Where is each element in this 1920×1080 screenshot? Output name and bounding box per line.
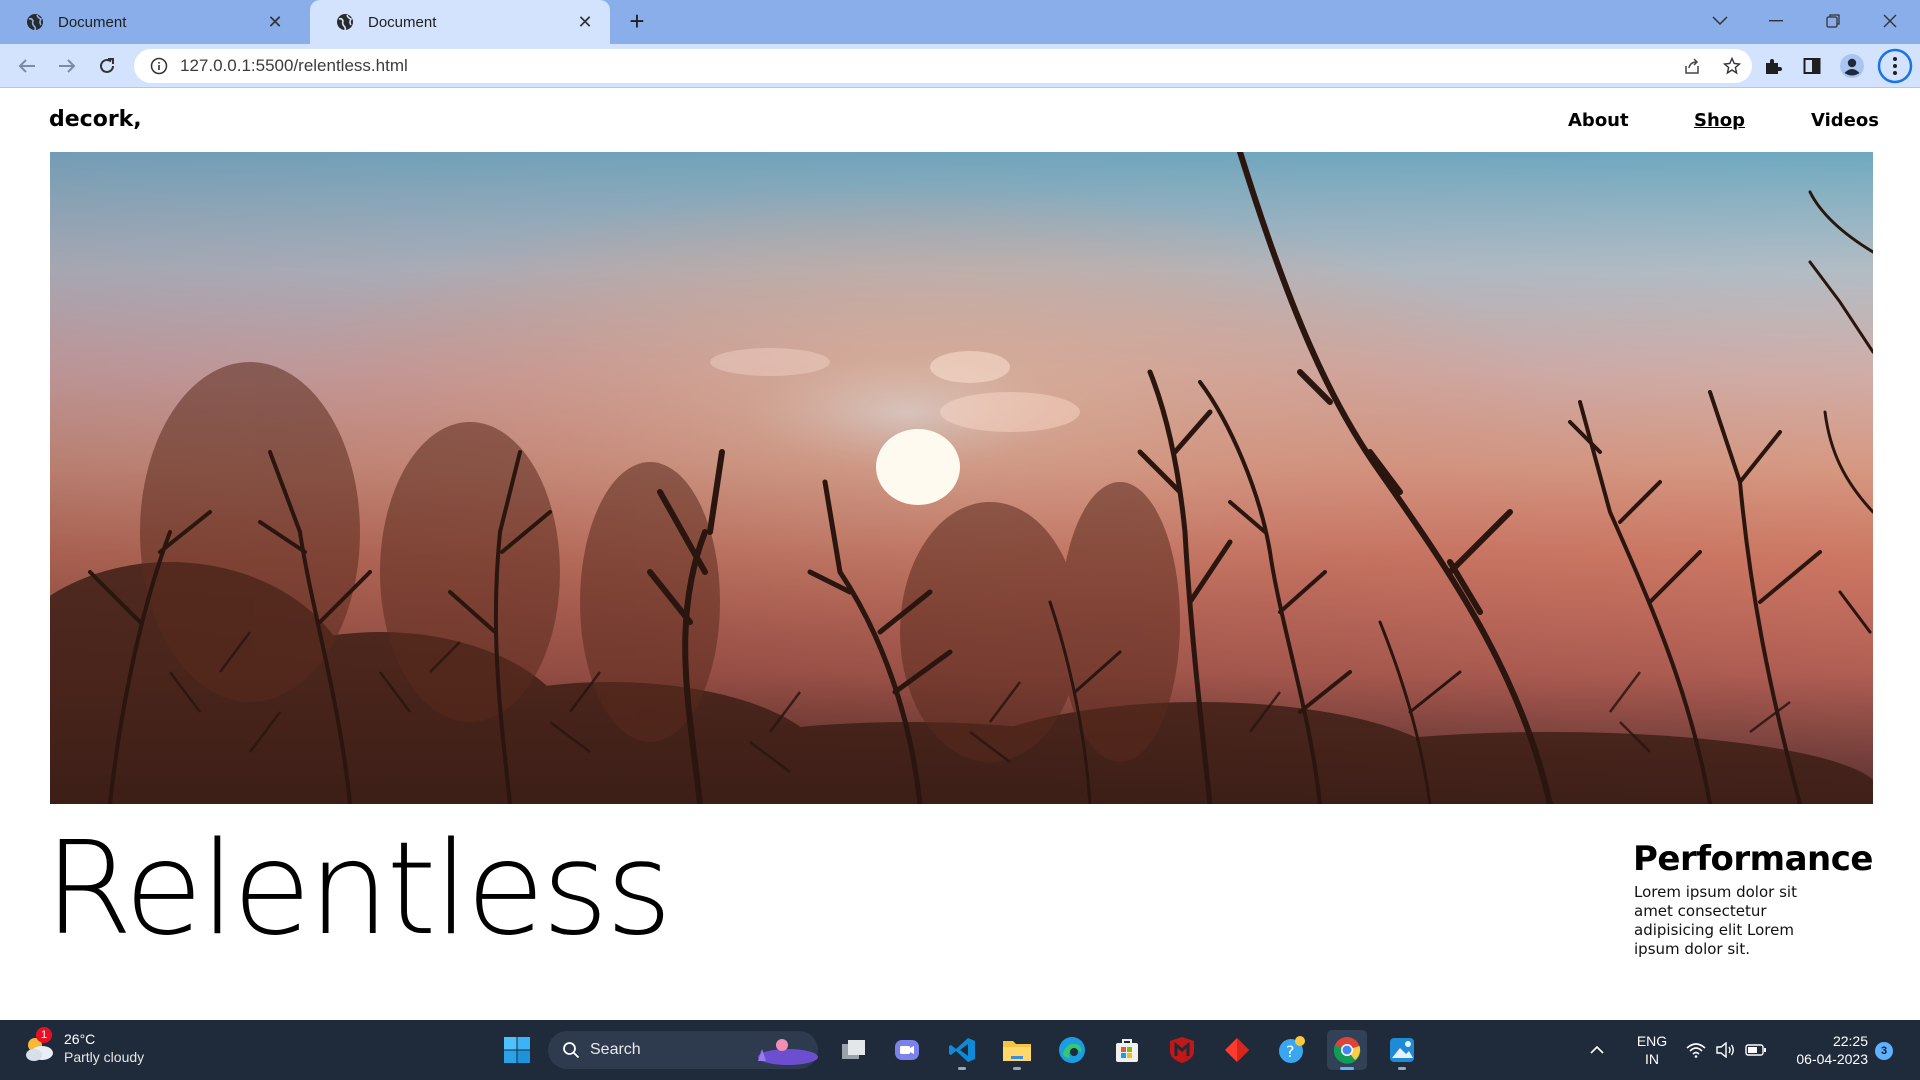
git-diamond-icon[interactable] [1217, 1030, 1257, 1070]
weather-alert-badge: 1 [36, 1027, 52, 1043]
profile-avatar-icon[interactable] [1837, 51, 1867, 81]
weather-widget[interactable]: 1 26°C Partly cloudy [22, 1027, 145, 1066]
battery-icon[interactable] [1742, 1030, 1770, 1070]
page-headline: Relentless [44, 815, 672, 964]
language-region: IN [1645, 1051, 1659, 1067]
close-window-button[interactable] [1870, 6, 1910, 36]
search-icon [563, 1042, 580, 1059]
mcafee-icon[interactable] [1162, 1030, 1202, 1070]
volume-icon[interactable] [1712, 1030, 1740, 1070]
system-clock[interactable]: 22:25 06-04-2023 [1784, 1032, 1868, 1068]
edge-browser-icon[interactable] [1052, 1030, 1092, 1070]
weather-temp: 26°C [64, 1031, 96, 1047]
nav-link-videos[interactable]: Videos [1811, 110, 1879, 131]
wifi-icon[interactable] [1682, 1030, 1710, 1070]
language-indicator[interactable]: ENG IN [1632, 1032, 1672, 1068]
start-windows-icon[interactable] [497, 1030, 537, 1070]
tab-title: Document [58, 13, 127, 31]
bookmark-star-icon[interactable] [1712, 51, 1752, 81]
new-tab-button[interactable]: + [622, 7, 652, 37]
address-bar[interactable]: 127.0.0.1:5500/relentless.html [134, 49, 1752, 83]
side-panel-icon[interactable] [1797, 51, 1827, 81]
nav-link-about[interactable]: About [1568, 110, 1629, 131]
hero-image [50, 152, 1873, 804]
browser-toolbar: 127.0.0.1:5500/relentless.html [0, 44, 1920, 88]
search-highlight-icon [758, 1039, 818, 1065]
close-tab-icon[interactable]: ✕ [574, 12, 596, 33]
globe-icon [336, 13, 354, 31]
language-code: ENG [1636, 1033, 1668, 1049]
teams-chat-icon[interactable] [887, 1030, 927, 1070]
site-logo[interactable]: decork, [49, 107, 142, 132]
address-url: 127.0.0.1:5500/relentless.html [180, 56, 408, 75]
browser-tab-active[interactable]: Document ✕ [310, 0, 610, 44]
tab-strip: Document ✕ Document ✕ + [0, 0, 1920, 44]
share-icon[interactable] [1672, 51, 1712, 81]
microsoft-store-icon[interactable] [1107, 1030, 1147, 1070]
notification-count-badge[interactable]: 3 [1875, 1042, 1893, 1060]
forward-arrow-icon[interactable] [52, 51, 82, 81]
feature-body: Lorem ipsum dolor sit amet consectetur a… [1634, 883, 1797, 958]
clock-date: 06-04-2023 [1796, 1051, 1868, 1067]
show-hidden-icons-chevron[interactable] [1582, 1030, 1612, 1070]
tab-title: Document [368, 13, 437, 31]
browser-menu-icon[interactable] [1876, 47, 1914, 85]
photos-app-icon[interactable] [1382, 1030, 1422, 1070]
extensions-puzzle-icon[interactable] [1758, 51, 1788, 81]
file-explorer-icon[interactable] [997, 1030, 1037, 1070]
restore-button[interactable] [1813, 6, 1853, 36]
search-label: Search [590, 1041, 641, 1058]
site-header: decork, About Shop Videos [0, 89, 1920, 151]
task-view-icon[interactable] [834, 1030, 874, 1070]
browser-tab[interactable]: Document ✕ [0, 0, 300, 44]
close-tab-icon[interactable]: ✕ [264, 12, 286, 33]
clock-time: 22:25 [1832, 1033, 1868, 1049]
feature-title: Performance [1633, 839, 1873, 879]
reload-icon[interactable] [92, 51, 122, 81]
nav-link-shop[interactable]: Shop [1694, 110, 1745, 131]
get-help-icon[interactable]: ? [1272, 1030, 1312, 1070]
globe-icon [26, 13, 44, 31]
back-arrow-icon[interactable] [12, 51, 42, 81]
minimize-button[interactable] [1756, 6, 1796, 36]
taskbar-search[interactable]: Search [548, 1031, 818, 1069]
weather-condition: Partly cloudy [64, 1049, 145, 1065]
partly-cloudy-icon: 1 [22, 1027, 56, 1065]
windows-taskbar: 1 26°C Partly cloudy Search ? ENG IN 22:… [0, 1020, 1920, 1080]
tab-search-chevron-icon[interactable] [1700, 6, 1740, 36]
site-info-icon[interactable] [150, 57, 168, 75]
chrome-icon[interactable] [1327, 1030, 1367, 1070]
svg-text:?: ? [1286, 1042, 1295, 1061]
vscode-icon[interactable] [942, 1030, 982, 1070]
